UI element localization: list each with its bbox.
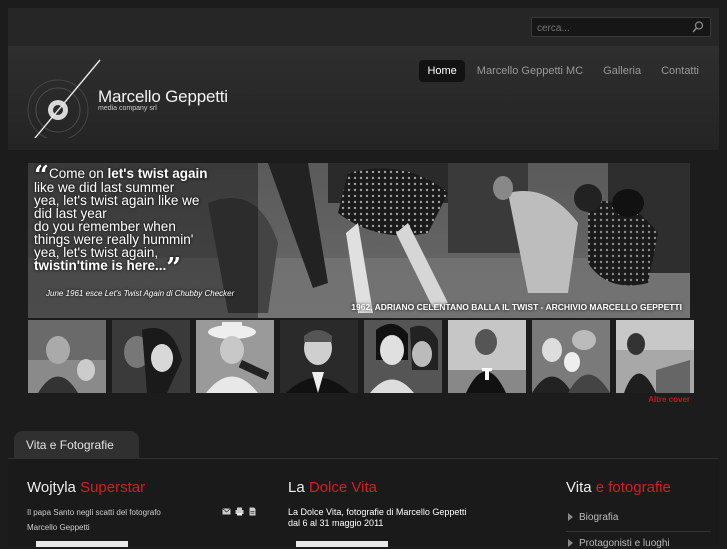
thumbnail-5[interactable] bbox=[364, 320, 442, 393]
sidebar-item-label: Protagonisti e luoghi bbox=[579, 538, 670, 549]
search-box[interactable] bbox=[531, 17, 711, 38]
thumbnail-4[interactable] bbox=[280, 320, 358, 393]
quote-line-bold: let's twist again bbox=[107, 166, 208, 181]
quote-line: Come on bbox=[48, 166, 108, 181]
title-red: Superstar bbox=[80, 479, 146, 496]
nav-galleria[interactable]: Galleria bbox=[595, 60, 649, 82]
hero-quote-note: June 1961 esce Let's Twist Again di Chub… bbox=[46, 289, 235, 298]
triangle-right-icon bbox=[568, 513, 573, 521]
title-red: Dolce Vita bbox=[308, 479, 377, 496]
vita-fotografie-title: Vita e fotografie bbox=[566, 479, 671, 496]
thumbnail-3[interactable] bbox=[196, 320, 274, 393]
dolce-vita-line-2: dal 6 al 31 maggio 2011 bbox=[288, 518, 384, 528]
sidebar-item-protagonisti[interactable]: Protagonisti e luoghi bbox=[568, 538, 670, 549]
wojtyla-line-2: Marcello Geppetti bbox=[27, 523, 90, 532]
dolce-vita-line-1: La Dolce Vita, fotografie di Marcello Ge… bbox=[288, 507, 467, 517]
dolce-vita-title[interactable]: La Dolce Vita bbox=[288, 479, 377, 496]
thumbnail-2[interactable] bbox=[112, 320, 190, 393]
title-white: Vita bbox=[566, 479, 596, 496]
nav-marcello-geppetti-mc[interactable]: Marcello Geppetti MC bbox=[469, 60, 591, 82]
dolce-vita-image[interactable] bbox=[296, 541, 388, 547]
title-red: e fotografie bbox=[595, 479, 671, 496]
nav-home[interactable]: Home bbox=[419, 60, 465, 82]
print-icon[interactable] bbox=[235, 507, 244, 516]
wojtyla-image[interactable] bbox=[36, 541, 128, 547]
brand-name[interactable]: Marcello Geppetti bbox=[98, 87, 228, 107]
section-tab: Vita e Fotografie bbox=[14, 431, 139, 458]
more-covers-link[interactable]: Altre cover bbox=[648, 395, 690, 404]
thumbnail-8[interactable] bbox=[616, 320, 694, 393]
wojtyla-line-1: Il papa Santo negli scatti del fotografo bbox=[27, 508, 161, 517]
dolce-vita-subtitle: La Dolce Vita, fotografie di Marcello Ge… bbox=[288, 507, 466, 529]
thumbnail-1[interactable] bbox=[28, 320, 106, 393]
thumbnail-6[interactable] bbox=[448, 320, 526, 393]
title-white: Wojtyla bbox=[27, 479, 81, 496]
top-bar bbox=[8, 8, 719, 47]
wojtyla-subtitle: Il papa Santo negli scatti del fotografo… bbox=[27, 505, 161, 535]
close-quote-icon: ” bbox=[166, 253, 182, 283]
main-nav: Home Marcello Geppetti MC Galleria Conta… bbox=[419, 60, 707, 82]
hero-caption: 1962, ADRIANO CELENTANO BALLA IL TWIST -… bbox=[351, 302, 682, 312]
title-white: La bbox=[288, 479, 309, 496]
email-icon[interactable] bbox=[222, 507, 231, 516]
thumbnail-7[interactable] bbox=[532, 320, 610, 393]
site-header: Marcello Geppetti media company srl Home… bbox=[8, 46, 719, 150]
thumbnail-strip bbox=[28, 320, 694, 393]
section-tab-label: Vita e Fotografie bbox=[26, 438, 114, 452]
quote-line-bold: twistin'time is here... bbox=[34, 258, 167, 273]
triangle-right-icon bbox=[568, 539, 573, 547]
camera-lens-logo[interactable] bbox=[26, 58, 106, 138]
search-input[interactable] bbox=[532, 19, 687, 38]
wojtyla-title[interactable]: Wojtyla Superstar bbox=[27, 479, 145, 496]
sidebar-item-biografia[interactable]: Biografia bbox=[568, 512, 618, 523]
search-icon[interactable] bbox=[691, 20, 705, 34]
brand-subtitle: media company srl bbox=[98, 105, 157, 112]
hero-slideshow[interactable]: “Come on let's twist again like we did l… bbox=[28, 163, 690, 318]
article-tools bbox=[222, 507, 257, 516]
pdf-icon[interactable] bbox=[248, 507, 257, 516]
sidebar-item-label: Biografia bbox=[579, 512, 619, 523]
sidebar-divider bbox=[566, 531, 711, 532]
hero-quote: “Come on let's twist again like we did l… bbox=[34, 163, 234, 281]
nav-contatti[interactable]: Contatti bbox=[653, 60, 707, 82]
